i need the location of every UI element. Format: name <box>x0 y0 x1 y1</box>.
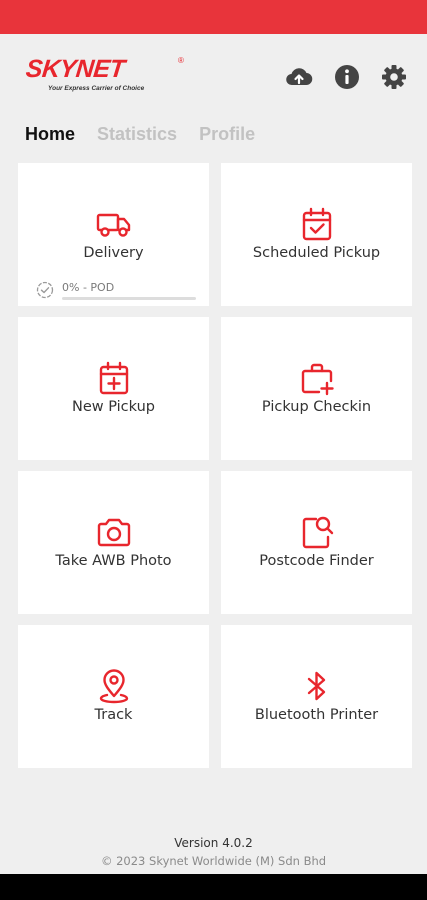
tile-label: Scheduled Pickup <box>252 245 381 261</box>
pickup-checkin-tile[interactable]: Pickup Checkin <box>221 317 412 460</box>
tile-label: New Pickup <box>71 399 155 415</box>
document-search-icon <box>302 516 333 549</box>
system-nav-bar <box>0 874 427 900</box>
camera-icon <box>97 518 130 547</box>
tile-label: Delivery <box>83 245 144 261</box>
progress-text: 0% - POD <box>62 281 115 294</box>
take-awb-photo-tile[interactable]: Take AWB Photo <box>18 471 209 614</box>
tab-statistics[interactable]: Statistics <box>97 124 177 148</box>
calendar-check-icon <box>302 207 331 241</box>
logo-wordmark: SKYNET <box>24 55 126 83</box>
bluetooth-printer-tile[interactable]: Bluetooth Printer <box>221 625 412 768</box>
logo-tagline: Your Express Carrier of Choice <box>48 85 145 92</box>
scheduled-pickup-tile[interactable]: Scheduled Pickup <box>221 163 412 306</box>
status-bar <box>0 0 427 34</box>
delivery-progress: 0% - POD <box>36 280 201 302</box>
calendar-plus-icon <box>99 361 128 395</box>
new-pickup-tile[interactable]: New Pickup <box>18 317 209 460</box>
app-version: Version 4.0.2 <box>174 836 253 850</box>
location-pin-icon <box>99 669 128 704</box>
skynet-logo: SKYNET ® Your Express Carrier of Choice <box>24 54 188 100</box>
briefcase-plus-icon <box>301 363 334 396</box>
tile-label: Postcode Finder <box>259 553 374 569</box>
app-header: SKYNET ® Your Express Carrier of Choice <box>0 34 427 114</box>
postcode-finder-tile[interactable]: Postcode Finder <box>221 471 412 614</box>
top-tabs: Home Statistics Profile <box>25 124 255 148</box>
logo-registered-mark: ® <box>178 56 184 65</box>
cloud-upload-icon[interactable] <box>285 63 313 91</box>
truck-icon <box>96 213 130 237</box>
check-circle-icon <box>36 281 54 299</box>
delivery-tile[interactable]: Delivery 0% - POD <box>18 163 209 306</box>
tile-label: Bluetooth Printer <box>254 707 379 723</box>
tile-label: Take AWB Photo <box>55 553 172 569</box>
progress-bar <box>62 297 196 300</box>
info-icon[interactable] <box>333 63 361 91</box>
tile-label: Track <box>94 707 133 723</box>
copyright-text: © 2023 Skynet Worldwide (M) Sdn Bhd <box>100 854 327 868</box>
tab-home[interactable]: Home <box>25 124 75 148</box>
tile-label: Pickup Checkin <box>261 399 372 415</box>
tab-profile[interactable]: Profile <box>199 124 255 148</box>
gear-icon[interactable] <box>380 63 408 91</box>
track-tile[interactable]: Track <box>18 625 209 768</box>
bluetooth-icon <box>307 671 325 701</box>
